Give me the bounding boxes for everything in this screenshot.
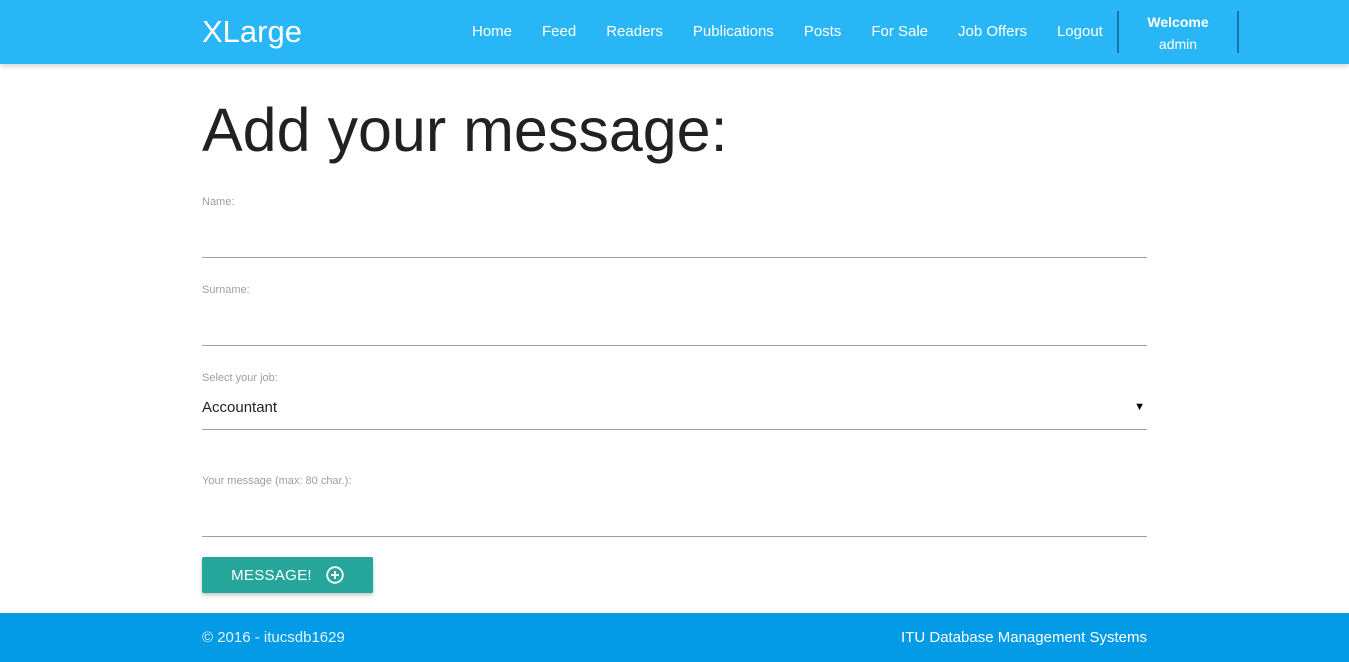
page-title: Add your message: bbox=[202, 96, 728, 164]
caret-down-icon: ▼ bbox=[1134, 401, 1145, 413]
message-label: Your message (max: 80 char.): bbox=[202, 475, 352, 487]
nav-link-logout[interactable]: Logout bbox=[1042, 0, 1118, 64]
job-field-group: Select your job: Accountant ▼ bbox=[202, 371, 1147, 430]
surname-label: Surname: bbox=[202, 284, 250, 296]
name-field-group: Name: bbox=[202, 195, 1147, 258]
name-label: Name: bbox=[202, 196, 235, 208]
nav-link-job-offers[interactable]: Job Offers bbox=[943, 0, 1042, 64]
top-navbar: XLarge Home Feed Readers Publications Po… bbox=[0, 0, 1349, 64]
nav-link-for-sale[interactable]: For Sale bbox=[856, 0, 943, 64]
job-label: Select your job: bbox=[202, 372, 278, 384]
footer: © 2016 - itucsdb1629 ITU Database Manage… bbox=[0, 613, 1349, 662]
surname-input[interactable] bbox=[202, 297, 1147, 346]
submit-button-label: MESSAGE! bbox=[231, 566, 312, 584]
job-selected-value: Accountant bbox=[202, 399, 278, 416]
message-field-group: Your message (max: 80 char.): bbox=[202, 474, 1147, 537]
message-input[interactable] bbox=[202, 488, 1147, 537]
nav-link-home[interactable]: Home bbox=[457, 0, 527, 64]
welcome-username: admin bbox=[1158, 36, 1198, 52]
nav-link-publications[interactable]: Publications bbox=[678, 0, 789, 64]
job-select[interactable]: Accountant ▼ bbox=[202, 385, 1147, 430]
add-circle-icon bbox=[326, 566, 344, 584]
footer-copyright: © 2016 - itucsdb1629 bbox=[202, 629, 345, 646]
welcome-box: Welcome admin bbox=[1117, 11, 1239, 53]
message-submit-button[interactable]: MESSAGE! bbox=[202, 557, 373, 593]
brand-logo[interactable]: XLarge bbox=[202, 13, 302, 51]
nav-link-feed[interactable]: Feed bbox=[527, 0, 591, 64]
nav-link-posts[interactable]: Posts bbox=[789, 0, 857, 64]
nav-links: Home Feed Readers Publications Posts For… bbox=[457, 0, 1118, 64]
footer-course-title: ITU Database Management Systems bbox=[901, 629, 1147, 646]
nav-link-readers[interactable]: Readers bbox=[591, 0, 678, 64]
surname-field-group: Surname: bbox=[202, 283, 1147, 346]
welcome-title: Welcome bbox=[1147, 14, 1209, 30]
name-input[interactable] bbox=[202, 209, 1147, 258]
